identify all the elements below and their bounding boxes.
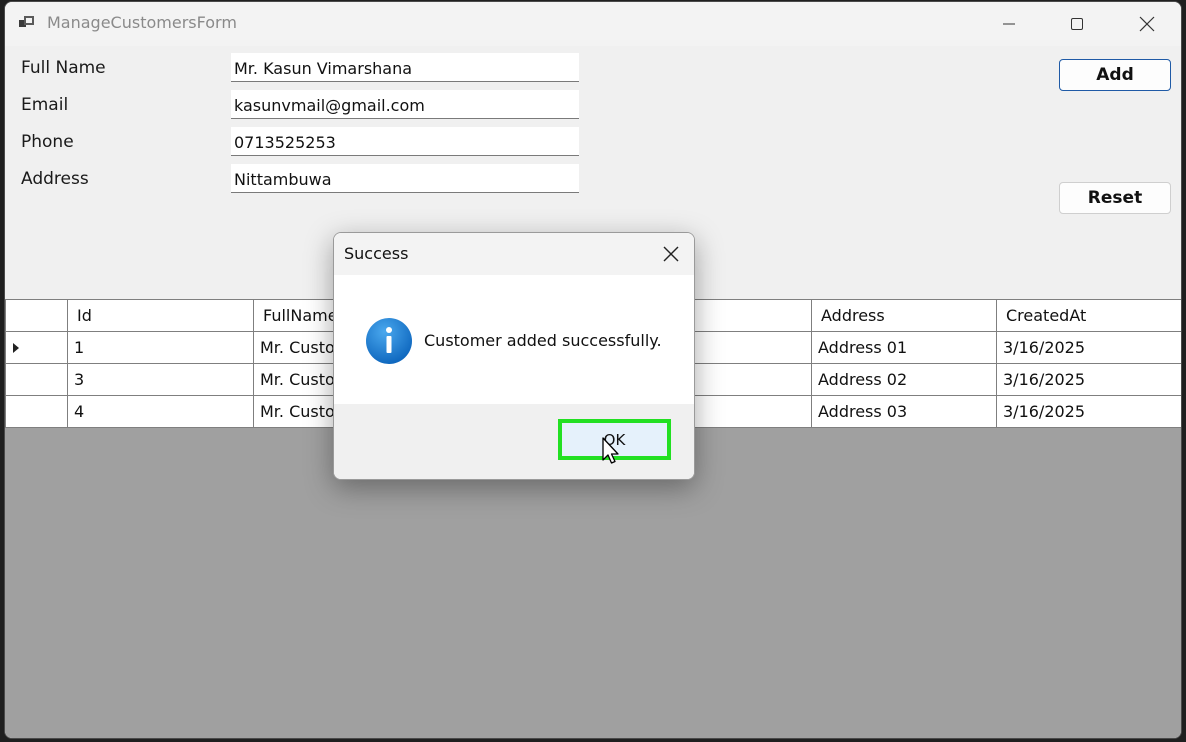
maximize-button[interactable]	[1054, 2, 1100, 46]
dialog-title: Success	[344, 244, 409, 263]
cell-address[interactable]: Address 02	[811, 363, 997, 396]
phone-label: Phone	[21, 132, 74, 152]
mouse-cursor-icon	[602, 437, 619, 464]
window-title: ManageCustomersForm	[47, 13, 237, 32]
email-input[interactable]	[231, 90, 579, 119]
cell-createdat[interactable]: 3/16/2025	[996, 395, 1181, 428]
dialog-close-button[interactable]	[656, 239, 686, 269]
cell-address[interactable]: Address 01	[811, 331, 997, 364]
info-icon	[366, 318, 412, 364]
column-header-address[interactable]: Address	[811, 299, 997, 332]
column-header-createdat[interactable]: CreatedAt	[996, 299, 1181, 332]
row-header-corner	[5, 299, 68, 332]
email-label: Email	[21, 95, 69, 115]
app-icon	[19, 16, 34, 27]
cell-id[interactable]: 1	[67, 331, 254, 364]
close-icon	[1139, 16, 1155, 32]
minimize-icon	[1003, 23, 1015, 25]
dialog-titlebar: Success	[334, 233, 694, 275]
cell-id[interactable]: 4	[67, 395, 254, 428]
row-header[interactable]	[5, 395, 68, 428]
minimize-button[interactable]	[986, 2, 1032, 46]
cell-id[interactable]: 3	[67, 363, 254, 396]
close-icon	[663, 246, 679, 262]
success-dialog: Success Customer added successfully. OK	[333, 232, 695, 480]
reset-button[interactable]: Reset	[1059, 182, 1171, 214]
cell-createdat[interactable]: 3/16/2025	[996, 331, 1181, 364]
fullname-input[interactable]	[231, 53, 579, 82]
close-button[interactable]	[1124, 2, 1170, 46]
cell-address[interactable]: Address 03	[811, 395, 997, 428]
maximize-icon	[1071, 18, 1083, 30]
window-titlebar: ManageCustomersForm	[5, 2, 1181, 46]
address-label: Address	[21, 169, 89, 189]
column-header-id[interactable]: Id	[67, 299, 254, 332]
phone-input[interactable]	[231, 127, 579, 156]
cell-createdat[interactable]: 3/16/2025	[996, 363, 1181, 396]
current-row-arrow-icon[interactable]	[5, 331, 68, 364]
row-header[interactable]	[5, 363, 68, 396]
add-button[interactable]: Add	[1059, 59, 1171, 91]
address-input[interactable]	[231, 164, 579, 193]
dialog-message: Customer added successfully.	[424, 331, 662, 350]
fullname-label: Full Name	[21, 58, 106, 78]
